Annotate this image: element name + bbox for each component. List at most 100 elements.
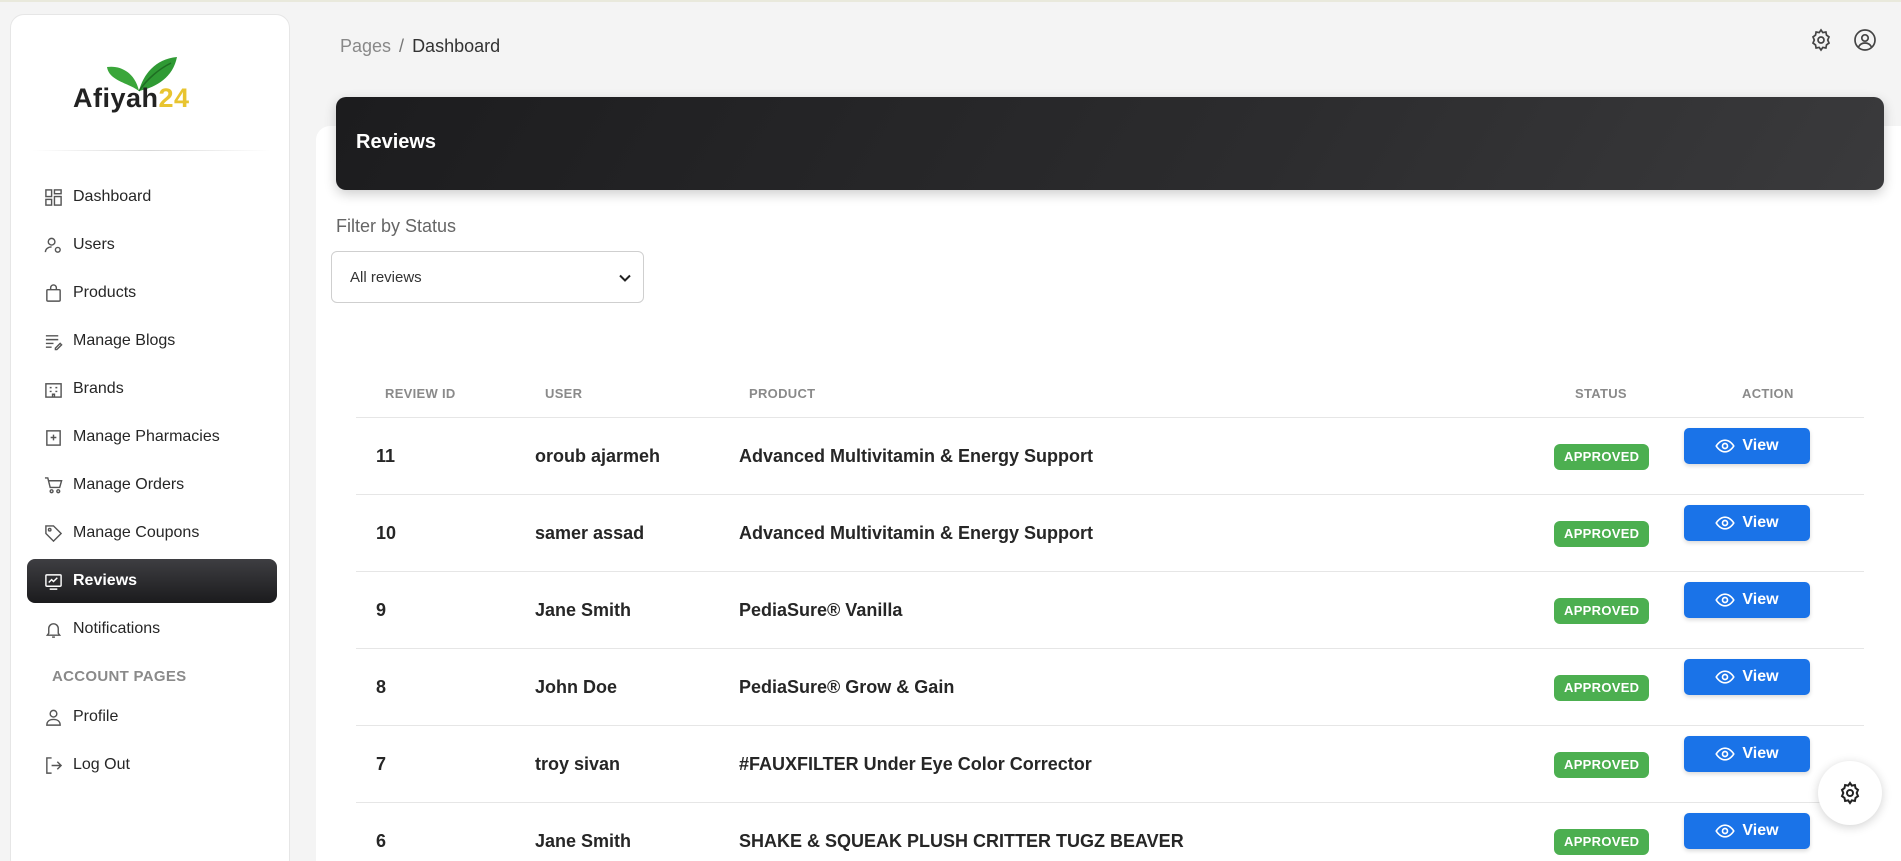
- status-badge: APPROVED: [1554, 829, 1650, 855]
- status-badge: APPROVED: [1554, 675, 1650, 701]
- view-button[interactable]: View: [1684, 582, 1810, 618]
- status-badge: APPROVED: [1554, 752, 1650, 778]
- table-row: 11 oroub ajarmeh Advanced Multivitamin &…: [356, 418, 1864, 495]
- view-button-label: View: [1742, 822, 1779, 839]
- pharmacy-icon: [43, 427, 63, 447]
- view-button-label: View: [1742, 591, 1779, 608]
- column-header-status[interactable]: STATUS: [1575, 386, 1627, 401]
- status-badge: APPROVED: [1554, 444, 1650, 470]
- brand-number: 24: [158, 83, 190, 113]
- review-id-cell: 6: [376, 831, 387, 851]
- table-row: 9 Jane Smith PediaSure® Vanilla APPROVED…: [356, 572, 1864, 649]
- sidebar-item-label: Manage Blogs: [73, 332, 176, 349]
- sidebar-item-products[interactable]: Products: [27, 271, 277, 315]
- user-cell: Jane Smith: [535, 831, 632, 851]
- page-title: Reviews: [356, 131, 437, 153]
- column-header-action[interactable]: ACTION: [1742, 386, 1794, 401]
- sidebar-item-brands[interactable]: Brands: [27, 367, 277, 411]
- sidebar-item-label: Users: [73, 236, 115, 253]
- edit-list-icon: [43, 331, 63, 351]
- eye-icon: [1715, 516, 1736, 530]
- status-badge: APPROVED: [1554, 521, 1650, 547]
- status-filter-select[interactable]: All reviews: [331, 251, 644, 303]
- shopping-bag-icon: [43, 283, 63, 303]
- breadcrumb: Pages / Dashboard: [340, 36, 500, 57]
- table-row: 10 samer assad Advanced Multivitamin & E…: [356, 495, 1864, 572]
- card-header: Reviews: [336, 97, 1884, 190]
- table-row: 7 troy sivan #FAUXFILTER Under Eye Color…: [356, 726, 1864, 803]
- sidebar-item-manage-blogs[interactable]: Manage Blogs: [27, 319, 277, 363]
- product-cell: #FAUXFILTER Under Eye Color Corrector: [739, 754, 1092, 774]
- sidebar-divider: [31, 150, 271, 151]
- table-row: 8 John Doe PediaSure® Grow & Gain APPROV…: [356, 649, 1864, 726]
- sidebar-item-manage-pharmacies[interactable]: Manage Pharmacies: [27, 415, 277, 459]
- reviews-table: REVIEW ID USER PRODUCT STATUS ACTION 11 …: [356, 378, 1864, 861]
- brand-logo[interactable]: Afiyah24: [61, 53, 231, 123]
- view-button[interactable]: View: [1684, 813, 1810, 849]
- breadcrumb-current: Dashboard: [412, 36, 501, 56]
- review-id-cell: 9: [376, 600, 387, 620]
- view-button-label: View: [1742, 514, 1779, 531]
- view-button-label: View: [1742, 668, 1779, 685]
- sidebar-item-label: Log Out: [73, 756, 130, 773]
- top-border: [0, 0, 1901, 2]
- sidebar-item-profile[interactable]: Profile: [27, 695, 277, 739]
- building-icon: [43, 379, 63, 399]
- account-pages-heading: ACCOUNT PAGES: [52, 668, 187, 685]
- sidebar-item-notifications[interactable]: Notifications: [27, 607, 277, 651]
- sidebar-item-label: Manage Coupons: [73, 524, 200, 541]
- column-header-product[interactable]: PRODUCT: [749, 386, 815, 401]
- breadcrumb-parent[interactable]: Pages: [340, 36, 391, 56]
- eye-icon: [1715, 747, 1736, 761]
- sidebar-item-label: Manage Pharmacies: [73, 428, 220, 445]
- user-cell: Jane Smith: [535, 600, 632, 620]
- eye-icon: [1715, 439, 1736, 453]
- bell-icon: [43, 619, 63, 639]
- configurator-button[interactable]: [1818, 761, 1882, 825]
- sidebar-item-users[interactable]: Users: [27, 223, 277, 267]
- review-icon: [43, 571, 63, 591]
- user-cell: John Doe: [535, 677, 618, 697]
- eye-icon: [1715, 670, 1736, 684]
- sidebar-item-label: Profile: [73, 708, 119, 725]
- user-cell: samer assad: [535, 523, 645, 543]
- eye-icon: [1715, 593, 1736, 607]
- sidebar-item-dashboard[interactable]: Dashboard: [27, 175, 277, 219]
- sidebar-item-manage-coupons[interactable]: Manage Coupons: [27, 511, 277, 555]
- breadcrumb-separator: /: [399, 36, 405, 56]
- sidebar-item-log-out[interactable]: Log Out: [27, 743, 277, 787]
- account-circle-icon[interactable]: [1853, 28, 1879, 54]
- sidebar-nav: Dashboard Users Products Manage Blogs Br…: [27, 175, 277, 791]
- chevron-down-icon: [617, 270, 633, 286]
- view-button[interactable]: View: [1684, 428, 1810, 464]
- brand-name: Afiyah: [73, 83, 159, 113]
- product-cell: SHAKE & SQUEAK PLUSH CRITTER TUGZ BEAVER: [739, 831, 1184, 851]
- review-id-cell: 10: [376, 523, 397, 543]
- user-cell: troy sivan: [535, 754, 621, 774]
- view-button[interactable]: View: [1684, 505, 1810, 541]
- review-id-cell: 7: [376, 754, 387, 774]
- product-cell: PediaSure® Grow & Gain: [739, 677, 955, 697]
- view-button-label: View: [1742, 745, 1779, 762]
- sidebar-item-manage-orders[interactable]: Manage Orders: [27, 463, 277, 507]
- status-badge: APPROVED: [1554, 598, 1650, 624]
- column-header-review-id[interactable]: REVIEW ID: [385, 386, 456, 401]
- settings-gear-icon[interactable]: [1809, 28, 1835, 54]
- product-cell: Advanced Multivitamin & Energy Support: [739, 446, 1094, 466]
- tag-icon: [43, 523, 63, 543]
- user-icon: [43, 707, 63, 727]
- product-cell: Advanced Multivitamin & Energy Support: [739, 523, 1094, 543]
- sidebar-item-label: Products: [73, 284, 137, 301]
- cart-icon: [43, 475, 63, 495]
- review-id-cell: 8: [376, 677, 387, 697]
- sidebar-item-label: Brands: [73, 380, 124, 397]
- view-button[interactable]: View: [1684, 736, 1810, 772]
- table-row: 6 Jane Smith SHAKE & SQUEAK PLUSH CRITTE…: [356, 803, 1864, 861]
- sidebar-item-label: Reviews: [73, 572, 138, 589]
- sidebar-item-label: Manage Orders: [73, 476, 185, 493]
- view-button[interactable]: View: [1684, 659, 1810, 695]
- sidebar-item-reviews[interactable]: Reviews: [27, 559, 277, 603]
- settings-gear-icon: [1840, 781, 1860, 805]
- column-header-user[interactable]: USER: [545, 386, 582, 401]
- sidebar-item-label: Dashboard: [73, 188, 152, 205]
